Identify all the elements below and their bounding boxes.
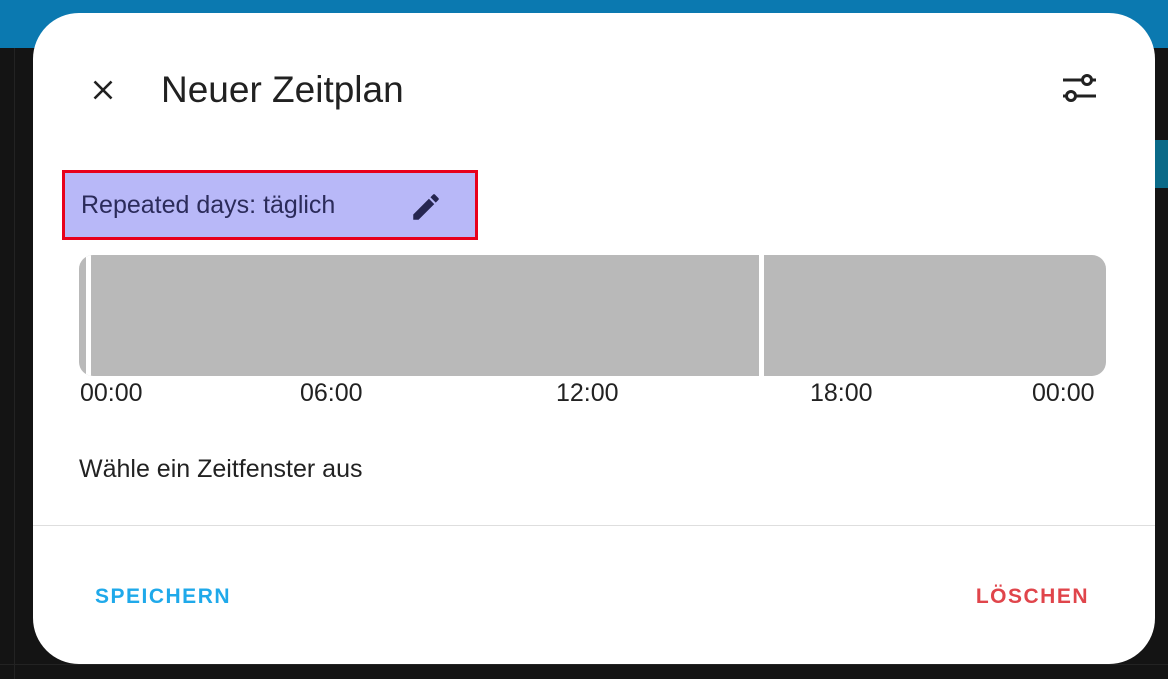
timeline-tick-label: 00:00 [80, 379, 143, 407]
footer-divider [33, 525, 1155, 526]
timeline-tick-label: 00:00 [1032, 379, 1095, 407]
schedule-dialog: Neuer Zeitplan Repeated days: täglich 00… [33, 13, 1155, 664]
close-icon [93, 80, 113, 100]
pencil-icon [413, 194, 439, 220]
save-button[interactable]: SPEICHERN [81, 579, 245, 615]
timeline-tick-label: 18:00 [810, 379, 873, 407]
options-button[interactable] [1055, 65, 1103, 113]
background-gridline [14, 48, 15, 679]
tune-icon [1063, 74, 1096, 102]
timeline-tick-label: 12:00 [556, 379, 619, 407]
timeline-tick-label: 06:00 [300, 379, 363, 407]
repeated-days-button[interactable]: Repeated days: täglich [62, 170, 478, 240]
timeslot-divider[interactable] [86, 255, 91, 376]
background-panel [1154, 140, 1168, 188]
timeline-bar[interactable] [79, 255, 1106, 376]
close-button[interactable] [82, 69, 124, 111]
timeslot-divider[interactable] [759, 255, 764, 376]
dialog-header: Neuer Zeitplan [33, 13, 1155, 163]
dialog-title: Neuer Zeitplan [161, 69, 404, 110]
background-gridline [0, 664, 1168, 665]
delete-button[interactable]: LÖSCHEN [962, 579, 1103, 615]
select-timeslot-hint: Wähle ein Zeitfenster aus [79, 455, 363, 483]
repeated-days-label: Repeated days: täglich [81, 190, 336, 219]
